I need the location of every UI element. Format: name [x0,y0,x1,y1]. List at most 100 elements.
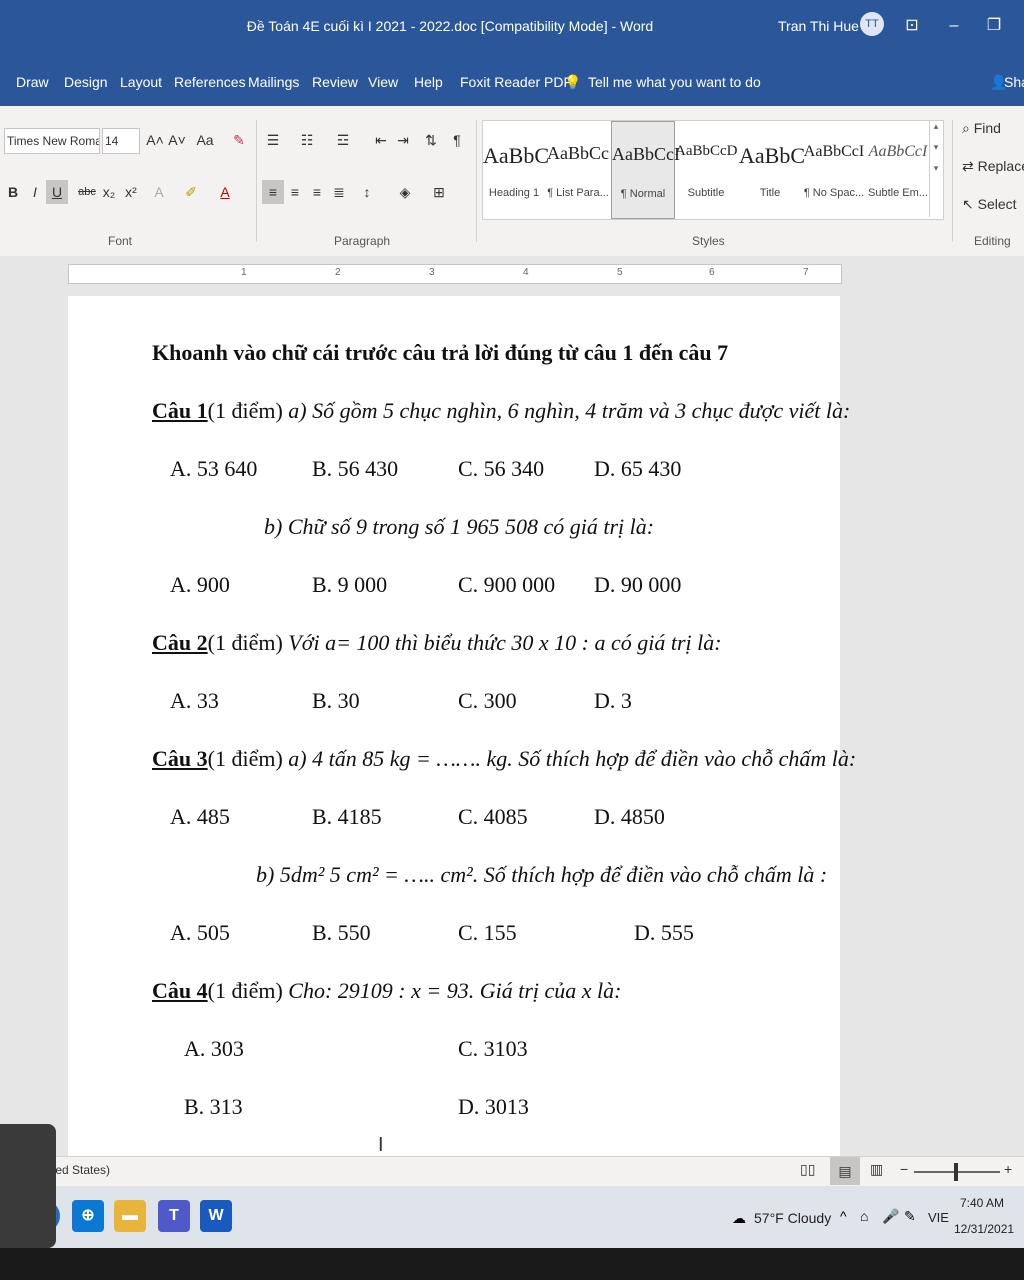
change-case-icon[interactable]: Aa [194,128,216,152]
strikethrough-icon[interactable]: abc [76,180,98,204]
style-no-spacing[interactable]: AaBbCcI ¶ No Spac... [803,121,865,217]
find-button[interactable]: ⌕ Find [962,120,1001,137]
zoom-slider-thumb[interactable] [954,1163,958,1181]
zoom-out-icon[interactable]: − [900,1161,908,1177]
grow-font-icon[interactable]: A˄ [144,128,166,152]
clock-time[interactable]: 7:40 AM [960,1196,1004,1210]
tell-me-search[interactable]: Tell me what you want to do [588,74,761,90]
cursor-icon: ↖ [962,196,978,212]
increase-indent-icon[interactable]: ⇥ [392,128,414,152]
tab-mailings[interactable]: Mailings [248,74,299,90]
ribbon-display-icon[interactable]: ⊡ [900,14,924,38]
pilcrow-icon[interactable]: ¶ [446,128,468,152]
clear-formatting-icon[interactable]: ✎ [228,128,250,152]
styles-scroll[interactable]: ▴ ▾ ▾ [929,121,942,217]
tab-view[interactable]: View [368,74,398,90]
align-left-icon[interactable]: ≡ [262,180,284,204]
superscript-icon[interactable]: x² [120,180,142,204]
font-name-select[interactable]: Times New Roma [4,128,100,154]
ruler-mark: 3 [429,267,435,278]
question-label: Câu 1 [152,398,208,423]
horizontal-ruler[interactable]: 1 2 3 4 5 6 7 [68,264,842,284]
bullets-icon[interactable]: ☰ [262,128,284,152]
weather-status[interactable]: 57°F Cloudy [754,1210,831,1226]
style-name: Heading 1 [488,187,540,199]
select-button[interactable]: ↖ Select [962,196,1017,213]
print-layout-icon[interactable]: ▤ [830,1157,860,1185]
option-d: D. 3 [594,688,632,713]
numbering-icon[interactable]: ☷ [296,128,318,152]
align-center-icon[interactable]: ≡ [284,180,306,204]
justify-icon[interactable]: ≣ [328,180,350,204]
network-icon[interactable]: ⌂ [860,1208,868,1224]
sort-icon[interactable]: ⇅ [420,128,442,152]
microphone-icon[interactable]: 🎤 [882,1208,899,1225]
tab-help[interactable]: Help [414,74,443,90]
chevron-up-icon[interactable]: ^ [840,1208,847,1224]
option-c: C. 4085 [458,804,528,829]
highlight-icon[interactable]: ✐ [180,180,202,204]
pen-icon[interactable]: ✎ [904,1208,916,1225]
avatar[interactable]: TT [860,12,884,36]
style-list-paragraph[interactable]: AaBbCc ¶ List Para... [547,121,609,217]
italic-icon[interactable]: I [24,180,46,204]
replace-icon: ⇄ [962,158,978,174]
ribbon-tabs: Draw Design Layout References Mailings R… [0,60,1024,106]
question-points: (1 điểm) [207,630,283,655]
style-name: ¶ List Para... [547,187,609,199]
input-language[interactable]: VIE [928,1210,949,1225]
word-icon[interactable]: W [200,1200,232,1232]
option-d: D. 3013 [458,1094,529,1119]
store-icon[interactable]: ⊕ [72,1200,104,1232]
option-d: D. 90 000 [594,572,682,597]
style-name: Subtitle [687,187,725,199]
tab-references[interactable]: References [174,74,246,90]
align-right-icon[interactable]: ≡ [306,180,328,204]
editing-group-label: Editing [974,234,1011,248]
share-button[interactable]: Share [1004,74,1024,90]
webcam-overlay [0,1124,56,1248]
underline-icon[interactable]: U [46,180,68,204]
question-text: a) 4 tấn 85 kg = ……. kg. Số thích hợp để… [288,746,857,771]
zoom-in-icon[interactable]: + [1004,1161,1012,1177]
replace-button[interactable]: ⇄ Replace [962,158,1024,175]
shading-icon[interactable]: ◈ [394,180,416,204]
screen-border [0,1248,1024,1280]
style-heading-1[interactable]: AaBbC Heading 1 [483,121,549,217]
style-title[interactable]: AaBbC Title [739,121,805,217]
style-subtitle[interactable]: AaBbCcD Subtitle [675,121,738,217]
tab-layout[interactable]: Layout [120,74,162,90]
text-effects-icon[interactable]: A [148,180,170,204]
decrease-indent-icon[interactable]: ⇤ [370,128,392,152]
question-points: (1 điểm) [207,978,283,1003]
divider [952,120,953,242]
borders-icon[interactable]: ⊞ [428,180,450,204]
file-explorer-icon[interactable]: ▬ [114,1200,146,1232]
bold-icon[interactable]: B [2,180,24,204]
web-layout-icon[interactable]: ▥ [870,1161,883,1178]
multilevel-list-icon[interactable]: ☲ [332,128,354,152]
style-sample: AaBbCcI [803,143,865,160]
find-label: Find [973,120,1001,136]
style-name: ¶ Normal [620,188,666,200]
font-color-icon[interactable]: A [214,180,236,204]
document-page[interactable]: Khoanh vào chữ cái trước câu trả lời đún… [68,296,856,1156]
tab-foxit-reader-pdf[interactable]: Foxit Reader PDF [460,74,572,90]
style-subtle-emphasis[interactable]: AaBbCcI Subtle Em... [867,121,929,217]
restore-icon[interactable]: ❐ [982,14,1006,38]
style-normal[interactable]: AaBbCcI ¶ Normal [611,121,680,219]
read-mode-icon[interactable]: ▯▯ [800,1161,815,1178]
line-spacing-icon[interactable]: ↕ [356,180,378,204]
clock-date[interactable]: 12/31/2021 [954,1222,1014,1236]
subscript-icon[interactable]: x₂ [98,180,120,204]
ruler-mark: 2 [335,267,341,278]
tab-review[interactable]: Review [312,74,358,90]
font-size-select[interactable]: 14 [102,128,140,154]
minimize-icon[interactable]: – [942,14,966,38]
teams-icon[interactable]: T [158,1200,190,1232]
question-2: Câu 2(1 điểm) Với a= 100 thì biểu thức 3… [152,630,722,656]
option-d: D. 65 430 [594,456,682,481]
shrink-font-icon[interactable]: A˅ [166,128,188,152]
tab-draw[interactable]: Draw [16,74,49,90]
tab-design[interactable]: Design [64,74,108,90]
